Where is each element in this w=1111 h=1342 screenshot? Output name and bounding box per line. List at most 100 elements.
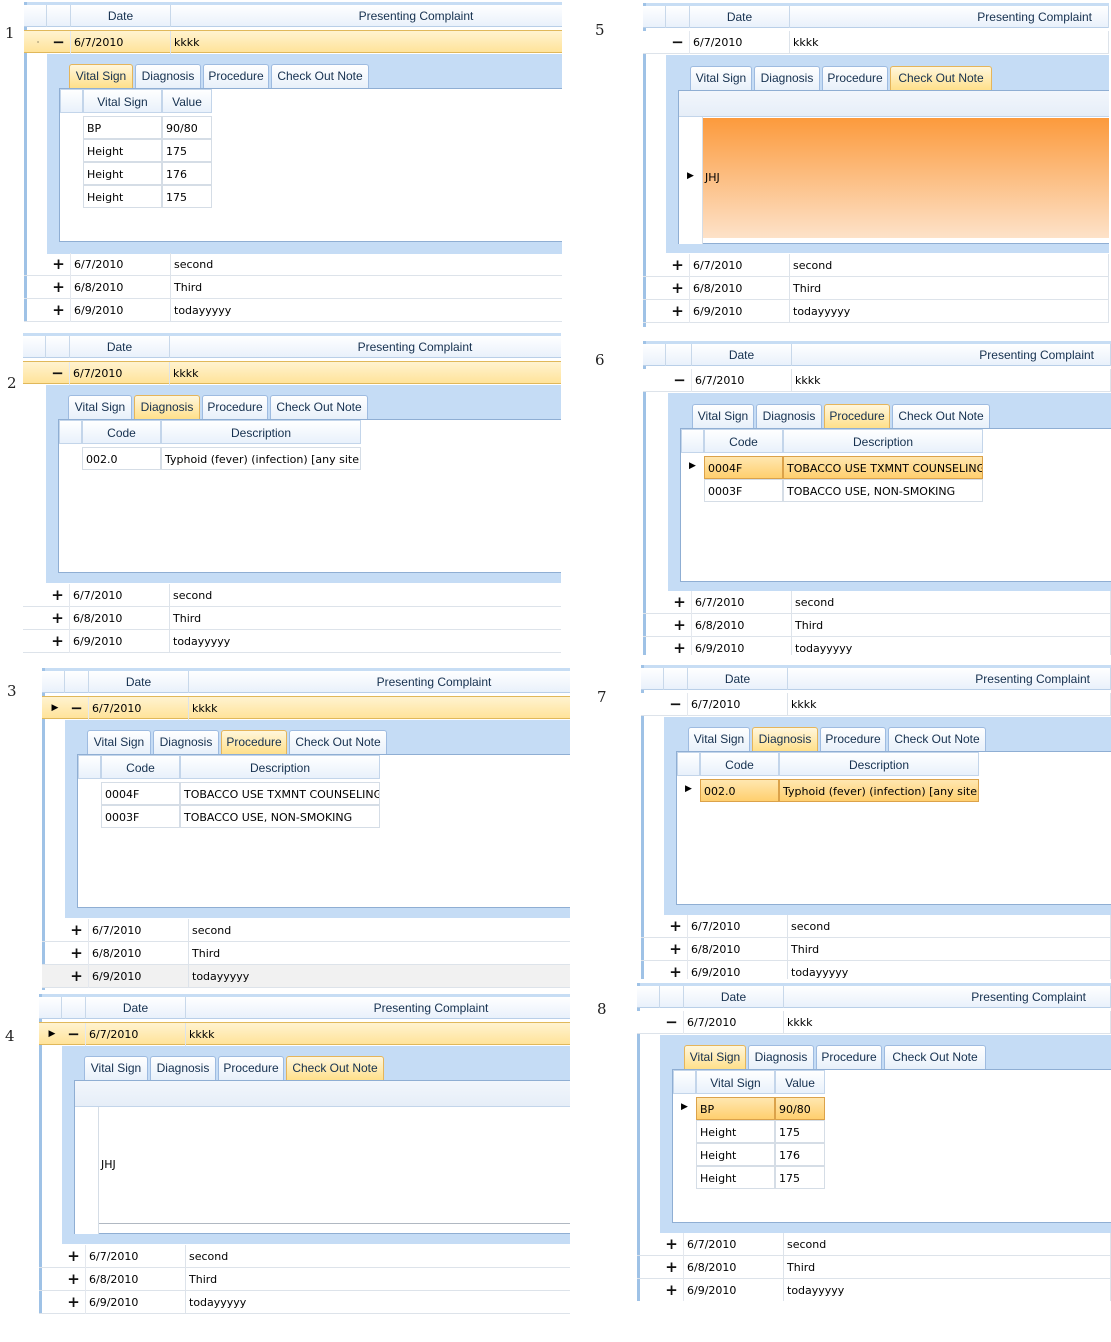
tab-vital-sign[interactable]: Vital Sign xyxy=(68,395,132,419)
expand-button[interactable]: + xyxy=(65,942,89,965)
complaint-column-header[interactable]: Presenting Complaint xyxy=(792,344,1111,366)
grid-row[interactable]: + 6/8/2010 Third xyxy=(24,276,562,299)
tab-procedure[interactable]: Procedure xyxy=(816,1045,882,1069)
collapse-button[interactable]: − xyxy=(46,362,70,385)
grid-row-selected[interactable]: − 6/7/2010 kkkk xyxy=(641,693,1111,716)
expand-button[interactable]: + xyxy=(46,584,70,607)
expand-button[interactable]: + xyxy=(47,299,71,322)
tab-diagnosis[interactable]: Diagnosis xyxy=(153,730,219,754)
expand-button[interactable]: + xyxy=(668,614,692,637)
expand-button[interactable]: + xyxy=(666,300,690,323)
vital-name-cell[interactable]: Height xyxy=(83,185,162,208)
description-column-header[interactable]: Description xyxy=(783,429,983,453)
description-column-header[interactable]: Description xyxy=(180,755,380,779)
tab-diagnosis[interactable]: Diagnosis xyxy=(134,395,200,419)
grid-row[interactable]: + 6/8/2010 Third xyxy=(641,938,1111,961)
procedure-code-cell[interactable]: 0004F xyxy=(704,456,783,479)
vital-name-cell[interactable]: Height xyxy=(696,1143,775,1166)
code-column-header[interactable]: Code xyxy=(82,420,161,444)
value-column-header[interactable]: Value xyxy=(162,89,212,113)
expand-button[interactable]: + xyxy=(664,938,688,961)
date-column-header[interactable]: Date xyxy=(70,336,170,358)
tab-vital-sign[interactable]: Vital Sign xyxy=(84,1056,148,1080)
collapse-button[interactable]: − xyxy=(664,693,688,716)
expand-button[interactable]: + xyxy=(47,276,71,299)
expand-button[interactable]: + xyxy=(46,630,70,653)
complaint-column-header[interactable]: Presenting Complaint xyxy=(788,668,1111,690)
collapse-button[interactable]: − xyxy=(47,31,71,54)
tab-procedure[interactable]: Procedure xyxy=(202,395,268,419)
date-column-header[interactable]: Date xyxy=(684,986,784,1008)
collapse-button[interactable]: − xyxy=(660,1011,684,1034)
grid-row[interactable]: + 6/9/2010 todayyyyy xyxy=(637,1279,1111,1301)
tab-diagnosis[interactable]: Diagnosis xyxy=(748,1045,814,1069)
procedure-code-cell[interactable]: 0003F xyxy=(101,805,180,828)
procedure-description-cell[interactable]: TOBACCO USE, NON-SMOKING xyxy=(783,479,983,502)
grid-row[interactable]: + 6/9/2010 todayyyyy xyxy=(24,299,562,322)
procedure-description-cell[interactable]: TOBACCO USE TXMNT COUNSELING xyxy=(783,456,983,479)
tab-procedure[interactable]: Procedure xyxy=(824,404,890,428)
value-column-header[interactable]: Value xyxy=(775,1070,825,1094)
expand-button[interactable]: + xyxy=(660,1233,684,1256)
vital-name-cell[interactable]: Height xyxy=(696,1120,775,1143)
expand-button[interactable]: + xyxy=(62,1291,86,1314)
tab-check-out-note[interactable]: Check Out Note xyxy=(286,1056,384,1080)
vital-value-cell[interactable]: 176 xyxy=(775,1143,825,1166)
collapse-button[interactable]: − xyxy=(65,697,89,720)
complaint-column-header[interactable]: Presenting Complaint xyxy=(784,986,1111,1008)
grid-row[interactable]: + 6/9/2010 todayyyyy xyxy=(643,300,1109,323)
check-out-note-text[interactable]: JHJ xyxy=(101,1158,116,1171)
collapse-button[interactable]: − xyxy=(668,369,692,392)
tab-vital-sign[interactable]: Vital Sign xyxy=(69,64,133,88)
complaint-column-header[interactable]: Presenting Complaint xyxy=(790,6,1109,28)
vital-name-cell[interactable]: BP xyxy=(83,116,162,139)
grid-row[interactable]: + 6/7/2010 second xyxy=(643,254,1109,277)
grid-row-selected[interactable]: − 6/7/2010 kkkk xyxy=(643,369,1111,392)
tab-vital-sign[interactable]: Vital Sign xyxy=(684,1045,746,1069)
vital-value-cell[interactable]: 175 xyxy=(775,1120,825,1143)
collapse-button[interactable]: − xyxy=(666,31,690,54)
tab-check-out-note[interactable]: Check Out Note xyxy=(271,64,369,88)
vital-value-cell[interactable]: 176 xyxy=(162,162,212,185)
tab-diagnosis[interactable]: Diagnosis xyxy=(756,404,822,428)
tab-check-out-note[interactable]: Check Out Note xyxy=(892,404,990,428)
date-column-header[interactable]: Date xyxy=(692,344,792,366)
grid-row[interactable]: + 6/7/2010 second xyxy=(23,584,561,607)
expand-button[interactable]: + xyxy=(668,591,692,614)
expand-button[interactable]: + xyxy=(664,915,688,938)
tab-procedure[interactable]: Procedure xyxy=(221,730,287,754)
expand-button[interactable]: + xyxy=(668,637,692,655)
complaint-column-header[interactable]: Presenting Complaint xyxy=(171,5,562,27)
procedure-code-cell[interactable]: 0004F xyxy=(101,782,180,805)
expand-button[interactable]: + xyxy=(62,1245,86,1268)
tab-check-out-note[interactable]: Check Out Note xyxy=(888,727,986,751)
tab-vital-sign[interactable]: Vital Sign xyxy=(692,404,754,428)
tab-check-out-note[interactable]: Check Out Note xyxy=(884,1045,986,1069)
description-column-header[interactable]: Description xyxy=(779,752,979,776)
grid-row[interactable]: + 6/7/2010 second xyxy=(24,253,562,276)
grid-row[interactable]: + 6/9/2010 todayyyyy xyxy=(643,637,1111,655)
grid-row[interactable]: + 6/8/2010 Third xyxy=(637,1256,1111,1279)
grid-row-selected[interactable]: − 6/7/2010 kkkk xyxy=(643,31,1109,54)
diagnosis-description-cell[interactable]: Typhoid (fever) (infection) [any site] xyxy=(779,779,979,802)
grid-row[interactable]: + 6/7/2010 second xyxy=(641,915,1111,938)
grid-row[interactable]: + 6/8/2010 Third xyxy=(643,614,1111,637)
tab-check-out-note[interactable]: Check Out Note xyxy=(270,395,368,419)
diagnosis-code-cell[interactable]: 002.0 xyxy=(700,779,779,802)
complaint-column-header[interactable]: Presenting Complaint xyxy=(189,671,570,693)
expand-button[interactable]: + xyxy=(62,1268,86,1291)
vital-name-cell[interactable]: Height xyxy=(83,162,162,185)
tab-vital-sign[interactable]: Vital Sign xyxy=(690,66,752,90)
grid-row[interactable]: + 6/8/2010 Third xyxy=(23,607,561,630)
collapse-button[interactable]: − xyxy=(62,1023,86,1046)
expand-button[interactable]: + xyxy=(666,277,690,300)
vital-value-cell[interactable]: 90/80 xyxy=(162,116,212,139)
grid-row-selected[interactable]: · − 6/7/2010 kkkk xyxy=(24,30,562,54)
grid-row[interactable]: + 6/9/2010 todayyyyy xyxy=(23,630,561,653)
grid-row[interactable]: + 6/7/2010 second xyxy=(637,1233,1111,1256)
code-column-header[interactable]: Code xyxy=(704,429,783,453)
grid-row[interactable]: + 6/8/2010 Third xyxy=(39,1268,570,1291)
expand-button[interactable]: + xyxy=(46,607,70,630)
procedure-description-cell[interactable]: TOBACCO USE TXMNT COUNSELING xyxy=(180,782,380,805)
tab-diagnosis[interactable]: Diagnosis xyxy=(150,1056,216,1080)
